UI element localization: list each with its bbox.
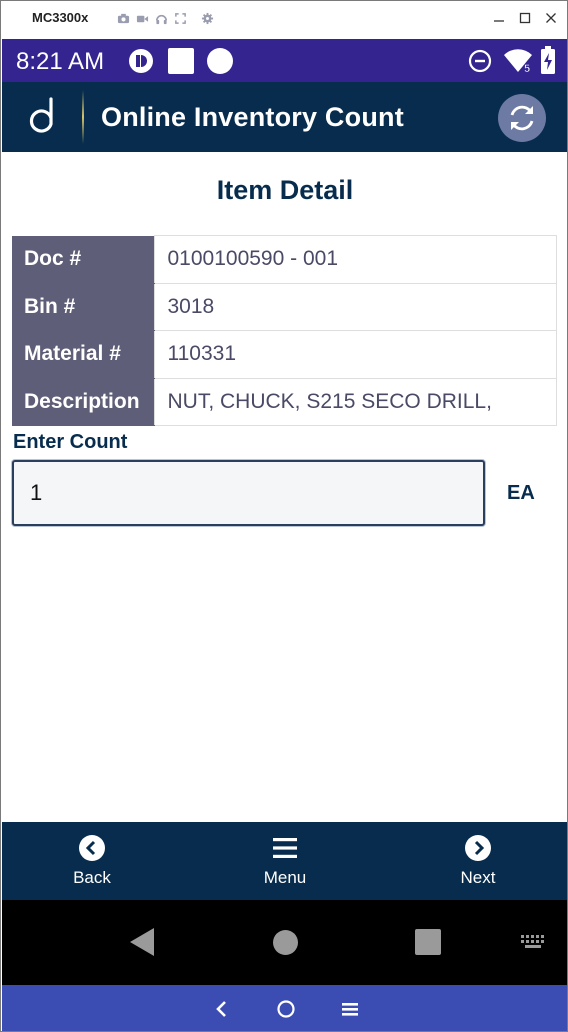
hamburger-menu-icon (273, 838, 297, 858)
android-back-icon[interactable] (128, 927, 156, 957)
settings-icon[interactable] (201, 12, 214, 25)
svg-text:5: 5 (524, 63, 530, 74)
data-saver-icon (129, 49, 153, 73)
battery-charging-icon (541, 46, 555, 74)
device-frame: MC3300x 8:21 AM 5 Online Inventory Count (0, 0, 568, 1032)
count-input[interactable] (12, 460, 485, 526)
emulator-back-icon[interactable] (214, 999, 228, 1019)
bottom-nav: Back Menu Next (2, 822, 567, 900)
fullscreen-icon[interactable] (174, 12, 187, 25)
app-header: Online Inventory Count (2, 82, 567, 152)
enter-count-label: Enter Count (13, 431, 128, 453)
menu-label: Menu (263, 868, 307, 887)
refresh-button[interactable] (498, 94, 546, 142)
wifi-icon: 5 (504, 49, 532, 74)
next-label: Next (460, 868, 496, 887)
emulator-control-bar (2, 985, 567, 1031)
circle-notification-icon (207, 48, 233, 74)
emulator-menu-icon[interactable] (341, 999, 359, 1019)
detail-row-description: Description NUT, CHUCK, S215 SECO DRILL, (12, 377, 557, 426)
window-title: MC3300x (32, 10, 89, 25)
next-button[interactable]: Next (428, 834, 528, 890)
refresh-icon (510, 105, 534, 131)
detail-value: 110331 (153, 330, 557, 379)
square-notification-icon (168, 48, 194, 74)
back-label: Back (73, 868, 111, 887)
detail-label: Description (12, 378, 154, 426)
back-button[interactable]: Back (42, 834, 142, 890)
app-logo-icon (29, 97, 53, 133)
detail-label: Material # (12, 330, 154, 379)
emulator-home-icon[interactable] (276, 999, 296, 1019)
video-icon[interactable] (136, 12, 149, 25)
status-bar: 8:21 AM 5 (2, 39, 567, 82)
detail-row-material: Material # 110331 (12, 330, 557, 379)
detail-label: Doc # (12, 235, 154, 284)
header-divider (82, 90, 84, 144)
unit-of-measure: EA (507, 482, 535, 504)
android-nav-bar (2, 900, 567, 985)
item-detail-table: Doc # 0100100590 - 001 Bin # 3018 Materi… (12, 235, 557, 426)
status-clock: 8:21 AM (16, 48, 105, 75)
app-title: Online Inventory Count (101, 102, 404, 132)
minimize-icon[interactable] (493, 10, 505, 26)
window-controls (493, 10, 557, 26)
detail-row-doc: Doc # 0100100590 - 001 (12, 235, 557, 284)
detail-label: Bin # (12, 283, 154, 331)
android-recents-icon[interactable] (414, 928, 442, 956)
do-not-disturb-icon (468, 49, 492, 73)
detail-value: 0100100590 - 001 (153, 235, 557, 284)
page-title: Item Detail (216, 175, 354, 205)
chevron-right-icon (465, 835, 491, 861)
emulator-window-bar: MC3300x (1, 1, 567, 39)
camera-icon[interactable] (117, 12, 130, 25)
chevron-left-icon (79, 835, 105, 861)
keyboard-icon[interactable] (520, 934, 548, 950)
detail-value: 3018 (153, 282, 557, 331)
close-icon[interactable] (545, 10, 557, 26)
detail-value: NUT, CHUCK, S215 SECO DRILL, (153, 377, 557, 426)
android-home-icon[interactable] (272, 929, 299, 956)
detail-row-bin: Bin # 3018 (12, 282, 557, 331)
headphones-icon[interactable] (155, 12, 168, 25)
maximize-icon[interactable] (519, 10, 531, 26)
menu-button[interactable]: Menu (235, 834, 335, 890)
emulator-toolbar (117, 12, 214, 25)
